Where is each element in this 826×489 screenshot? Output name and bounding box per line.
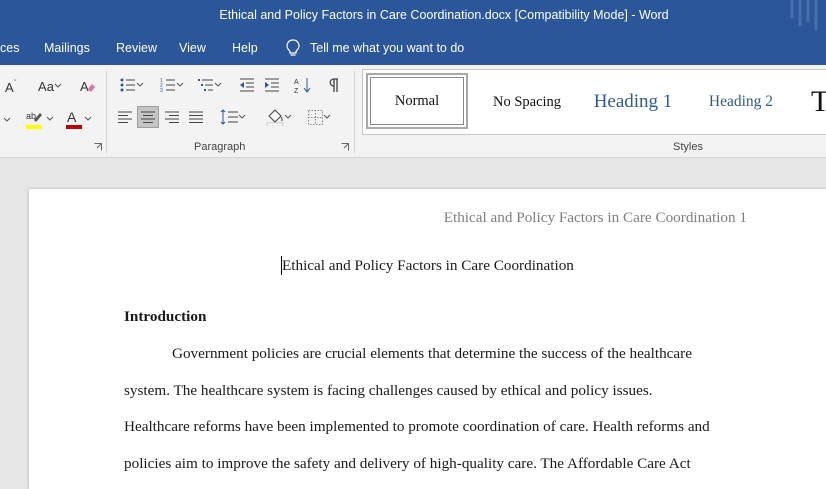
- tab-references[interactable]: ces: [0, 41, 19, 55]
- style-normal-label: Normal: [394, 92, 440, 109]
- window-title: Ethical and Policy Factors in Care Coord…: [219, 8, 669, 22]
- chevron-down-icon: [214, 82, 222, 87]
- chevron-down-icon: [238, 114, 246, 119]
- line-spacing-icon: [220, 109, 238, 125]
- font-color-button[interactable]: A: [62, 107, 94, 131]
- font-dialog-launcher-icon[interactable]: [94, 143, 102, 151]
- document-canvas: Ethical and Policy Factors in Care Coord…: [0, 158, 826, 489]
- shading-button[interactable]: [262, 107, 296, 127]
- group-separator: [354, 71, 355, 153]
- svg-text:A: A: [5, 80, 14, 95]
- bullets-button[interactable]: [116, 75, 148, 95]
- chevron-down-icon: [84, 116, 92, 121]
- decorative-lines-icon: [790, 0, 818, 30]
- group-separator: [106, 71, 107, 153]
- style-heading-2[interactable]: Heading 2: [689, 70, 793, 134]
- tab-view[interactable]: View: [179, 41, 206, 55]
- styles-group-label: Styles: [673, 141, 703, 153]
- font-size-icon: Aˇ: [5, 80, 17, 95]
- document-page[interactable]: Ethical and Policy Factors in Care Coord…: [29, 189, 826, 489]
- clear-formatting-button[interactable]: A: [78, 76, 98, 96]
- style-heading-1-label: Heading 1: [593, 91, 673, 112]
- body-line: Healthcare reforms have been implemented…: [124, 418, 710, 435]
- lightbulb-icon: [286, 39, 300, 56]
- align-right-button[interactable]: [163, 107, 181, 127]
- paragraph-group-label: Paragraph: [194, 141, 246, 153]
- tab-help[interactable]: Help: [232, 41, 258, 55]
- pilcrow-icon: [329, 78, 338, 92]
- show-formatting-marks-button[interactable]: [322, 75, 344, 95]
- justify-button[interactable]: [187, 107, 205, 127]
- decrease-indent-button[interactable]: [236, 75, 258, 95]
- style-heading-2-label: Heading 2: [708, 93, 774, 110]
- decrease-indent-icon: [240, 78, 254, 92]
- tab-review[interactable]: Review: [116, 41, 157, 55]
- align-right-icon: [165, 111, 179, 123]
- svg-text:A: A: [294, 79, 299, 86]
- sort-icon: AZ: [294, 78, 311, 94]
- borders-button[interactable]: [302, 107, 336, 127]
- paragraph-dialog-launcher-icon[interactable]: [341, 143, 349, 151]
- highlighter-icon: ab: [26, 111, 42, 129]
- style-title[interactable]: T: [811, 70, 826, 134]
- line-spacing-button[interactable]: [217, 107, 249, 127]
- style-title-label: T: [811, 85, 826, 118]
- increase-indent-icon: [265, 78, 279, 92]
- sort-button[interactable]: AZ: [292, 75, 314, 95]
- body-line: system. The healthcare system is facing …: [124, 382, 653, 399]
- multilevel-list-icon: [198, 79, 213, 91]
- ribbon: Aˇ Aa A ab A 123 A Z Paragraph Normal No…: [0, 65, 826, 158]
- multilevel-list-button[interactable]: [194, 75, 226, 95]
- chevron-down-icon: [46, 116, 54, 121]
- style-no-spacing-label: No Spacing: [492, 93, 562, 110]
- font-color-icon: A: [66, 109, 82, 129]
- justify-icon: [189, 111, 203, 123]
- numbering-button[interactable]: 123: [156, 75, 188, 95]
- style-no-spacing[interactable]: No Spacing: [475, 70, 579, 134]
- body-line: Government policies are crucial elements…: [172, 345, 692, 362]
- change-case-button[interactable]: Aa: [34, 77, 66, 95]
- chevron-down-icon: [54, 83, 62, 88]
- title-bar: Ethical and Policy Factors in Care Coord…: [0, 0, 826, 33]
- paint-bucket-icon: [266, 109, 284, 126]
- document-title: Ethical and Policy Factors in Care Coord…: [282, 257, 574, 274]
- borders-icon: [307, 109, 323, 125]
- svg-text:ˇ: ˇ: [14, 80, 17, 87]
- change-case-label: Aa: [38, 78, 54, 94]
- shrink-font-button[interactable]: Aˇ: [4, 77, 22, 95]
- chevron-down-icon: [323, 114, 330, 119]
- highlight-color-button[interactable]: ab: [22, 107, 56, 131]
- chevron-down-icon: [176, 82, 184, 87]
- svg-text:A: A: [80, 79, 89, 94]
- svg-text:Z: Z: [294, 88, 299, 94]
- tell-me-text: Tell me what you want to do: [310, 41, 465, 55]
- body-line: policies aim to improve the safety and d…: [124, 455, 691, 472]
- clear-formatting-icon: A: [80, 79, 95, 94]
- section-heading: Introduction: [124, 308, 207, 325]
- align-left-icon: [118, 111, 132, 123]
- align-left-button[interactable]: [116, 107, 134, 127]
- bullets-icon: [120, 78, 135, 92]
- style-normal[interactable]: Normal: [366, 73, 468, 129]
- ribbon-tabs: ces Mailings Review View Help Tell me wh…: [0, 33, 826, 65]
- chevron-down-icon: [136, 82, 144, 87]
- align-center-button[interactable]: [137, 106, 159, 128]
- styles-gallery: Normal No Spacing Heading 1 Heading 2 T: [362, 69, 826, 135]
- text-effects-button[interactable]: [0, 109, 14, 131]
- style-heading-1[interactable]: Heading 1: [581, 70, 685, 134]
- chevron-down-icon: [284, 114, 292, 119]
- page-header-text: Ethical and Policy Factors in Care Coord…: [443, 209, 747, 226]
- svg-text:3: 3: [160, 88, 163, 93]
- align-center-icon: [141, 111, 155, 123]
- tab-mailings[interactable]: Mailings: [44, 41, 90, 55]
- increase-indent-button[interactable]: [261, 75, 283, 95]
- tell-me-search[interactable]: Tell me what you want to do: [286, 39, 464, 57]
- chevron-down-icon: [3, 117, 11, 122]
- numbering-icon: 123: [160, 78, 175, 93]
- svg-text:A: A: [67, 109, 77, 125]
